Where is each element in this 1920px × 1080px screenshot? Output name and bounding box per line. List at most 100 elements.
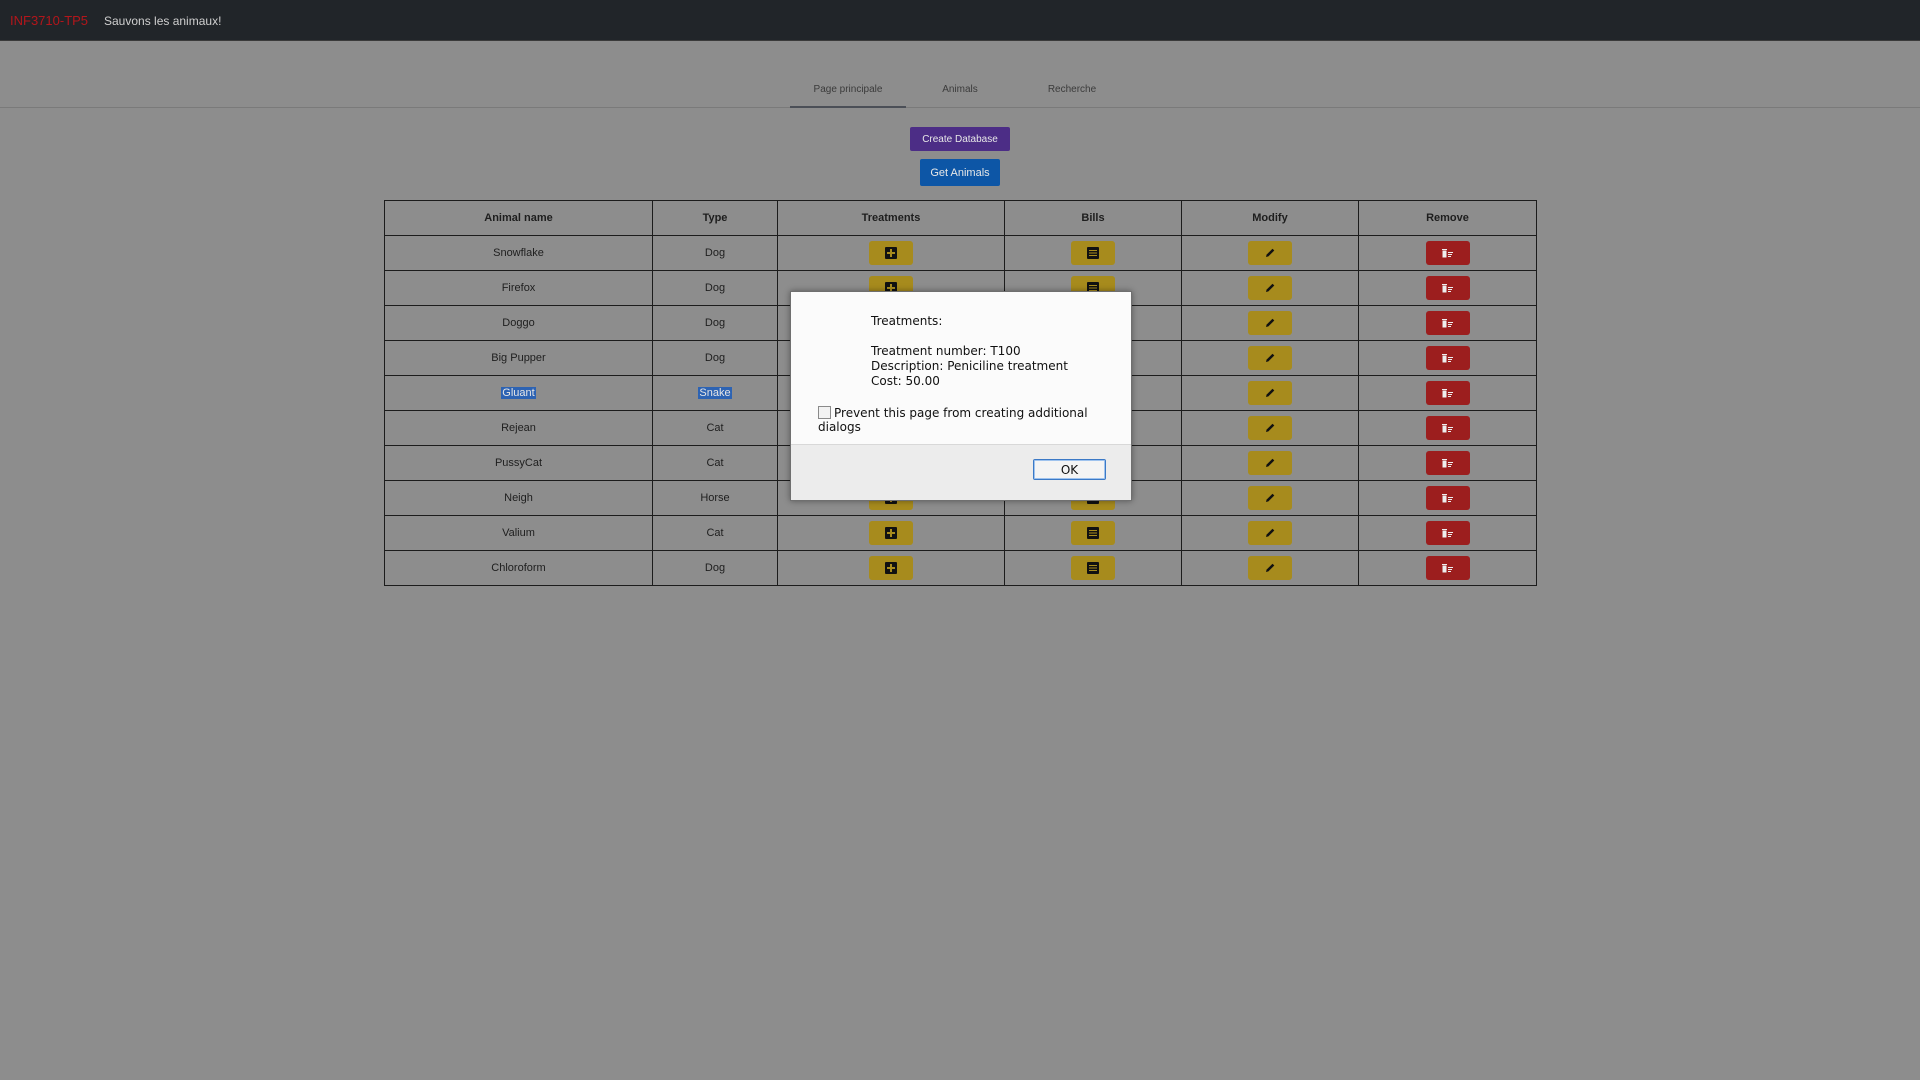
remove-cell [1358,480,1537,516]
animal-name-cell: Neigh [384,480,653,516]
add-treatment-button[interactable] [869,241,913,265]
dialog-footer: OK [791,444,1131,500]
animal-name: Chloroform [491,562,546,574]
animal-type: Horse [700,492,730,504]
get-animals-button[interactable]: Get Animals [920,159,1000,186]
modify-cell [1181,515,1359,551]
animal-name: Big Pupper [491,352,546,364]
alert-dialog: Treatments: Treatment number: T100 Descr… [790,291,1132,501]
dialog-title: Treatments: [871,314,943,328]
remove-button[interactable] [1425,276,1470,300]
header-treatments: Treatments [777,200,1005,236]
remove-cell [1358,235,1537,271]
modify-cell [1181,375,1359,411]
modify-cell [1181,270,1359,306]
animal-name-cell: Firefox [384,270,653,306]
animal-name: Firefox [501,282,536,294]
animal-type-cell: Dog [652,235,778,271]
animal-name-cell: PussyCat [384,445,653,481]
remove-button[interactable] [1425,241,1470,265]
dialog-cost: Cost: 50.00 [871,374,940,388]
add-treatment-button[interactable] [869,556,913,580]
tab-recherche[interactable]: Recherche [1030,82,1114,106]
modify-button[interactable] [1248,451,1292,475]
table-header-row: Animal name Type Treatments Bills Modify… [384,200,1537,236]
treatments-cell [777,550,1005,586]
remove-button[interactable] [1425,486,1470,510]
modify-button[interactable] [1248,486,1292,510]
view-bills-button[interactable] [1071,556,1115,580]
animal-type-cell: Cat [652,445,778,481]
animal-name-cell: Big Pupper [384,340,653,376]
remove-cell [1358,305,1537,341]
modify-button[interactable] [1248,241,1292,265]
tab-bar: Page principale Animals Recherche [0,82,1920,108]
modify-cell [1181,305,1359,341]
create-database-button[interactable]: Create Database [910,127,1010,151]
animal-name-cell: Doggo [384,305,653,341]
modify-button[interactable] [1248,346,1292,370]
app-tagline: Sauvons les animaux! [104,14,222,28]
modify-button[interactable] [1248,311,1292,335]
animal-type-cell: Cat [652,410,778,446]
animal-type: Cat [706,527,724,539]
animal-name: Rejean [501,422,536,434]
bills-cell [1004,550,1182,586]
animal-name: Neigh [504,492,533,504]
modify-button[interactable] [1248,276,1292,300]
header-modify: Modify [1181,200,1359,236]
animal-type-cell: Dog [652,305,778,341]
modify-cell [1181,410,1359,446]
animal-name: Gluant [501,387,536,399]
modify-button[interactable] [1248,521,1292,545]
add-treatment-button[interactable] [869,521,913,545]
dialog-treatment-number: Treatment number: T100 [871,344,1021,358]
bills-cell [1004,515,1182,551]
animal-type: Dog [704,562,726,574]
view-bills-button[interactable] [1071,241,1115,265]
view-bills-button[interactable] [1071,521,1115,545]
animal-type-cell: Snake [652,375,778,411]
remove-cell [1358,550,1537,586]
tab-label: Animals [942,84,978,95]
prevent-dialogs-option[interactable]: Prevent this page from creating addition… [818,406,1131,434]
animal-type: Dog [704,282,726,294]
remove-button[interactable] [1425,521,1470,545]
modify-button[interactable] [1248,381,1292,405]
animal-type: Cat [706,422,724,434]
header-bills: Bills [1004,200,1182,236]
animal-type-cell: Dog [652,550,778,586]
animal-type: Dog [704,317,726,329]
remove-button[interactable] [1425,381,1470,405]
prevent-dialogs-checkbox[interactable] [818,406,831,419]
modify-button[interactable] [1248,416,1292,440]
app-brand[interactable]: INF3710-TP5 [10,13,88,28]
bills-cell [1004,235,1182,271]
animal-name-cell: Valium [384,515,653,551]
modify-cell [1181,235,1359,271]
remove-cell [1358,410,1537,446]
animal-type-cell: Horse [652,480,778,516]
table-row: Chloroform Dog [384,550,1537,586]
remove-button[interactable] [1425,346,1470,370]
treatments-cell [777,515,1005,551]
modify-button[interactable] [1248,556,1292,580]
table-row: Valium Cat [384,515,1537,551]
remove-button[interactable] [1425,556,1470,580]
animal-name: PussyCat [494,457,543,469]
tab-animals[interactable]: Animals [920,82,1000,106]
tab-page-principale[interactable]: Page principale [790,82,906,108]
animal-name-cell: Snowflake [384,235,653,271]
remove-button[interactable] [1425,416,1470,440]
tab-label: Recherche [1047,84,1097,95]
remove-button[interactable] [1425,311,1470,335]
animal-type: Dog [704,352,726,364]
remove-cell [1358,445,1537,481]
ok-button[interactable]: OK [1033,459,1106,480]
animal-name: Doggo [502,317,535,329]
animal-type: Dog [704,247,726,259]
remove-button[interactable] [1425,451,1470,475]
animal-name-cell: Gluant [384,375,653,411]
modify-cell [1181,550,1359,586]
animal-type: Cat [706,457,724,469]
